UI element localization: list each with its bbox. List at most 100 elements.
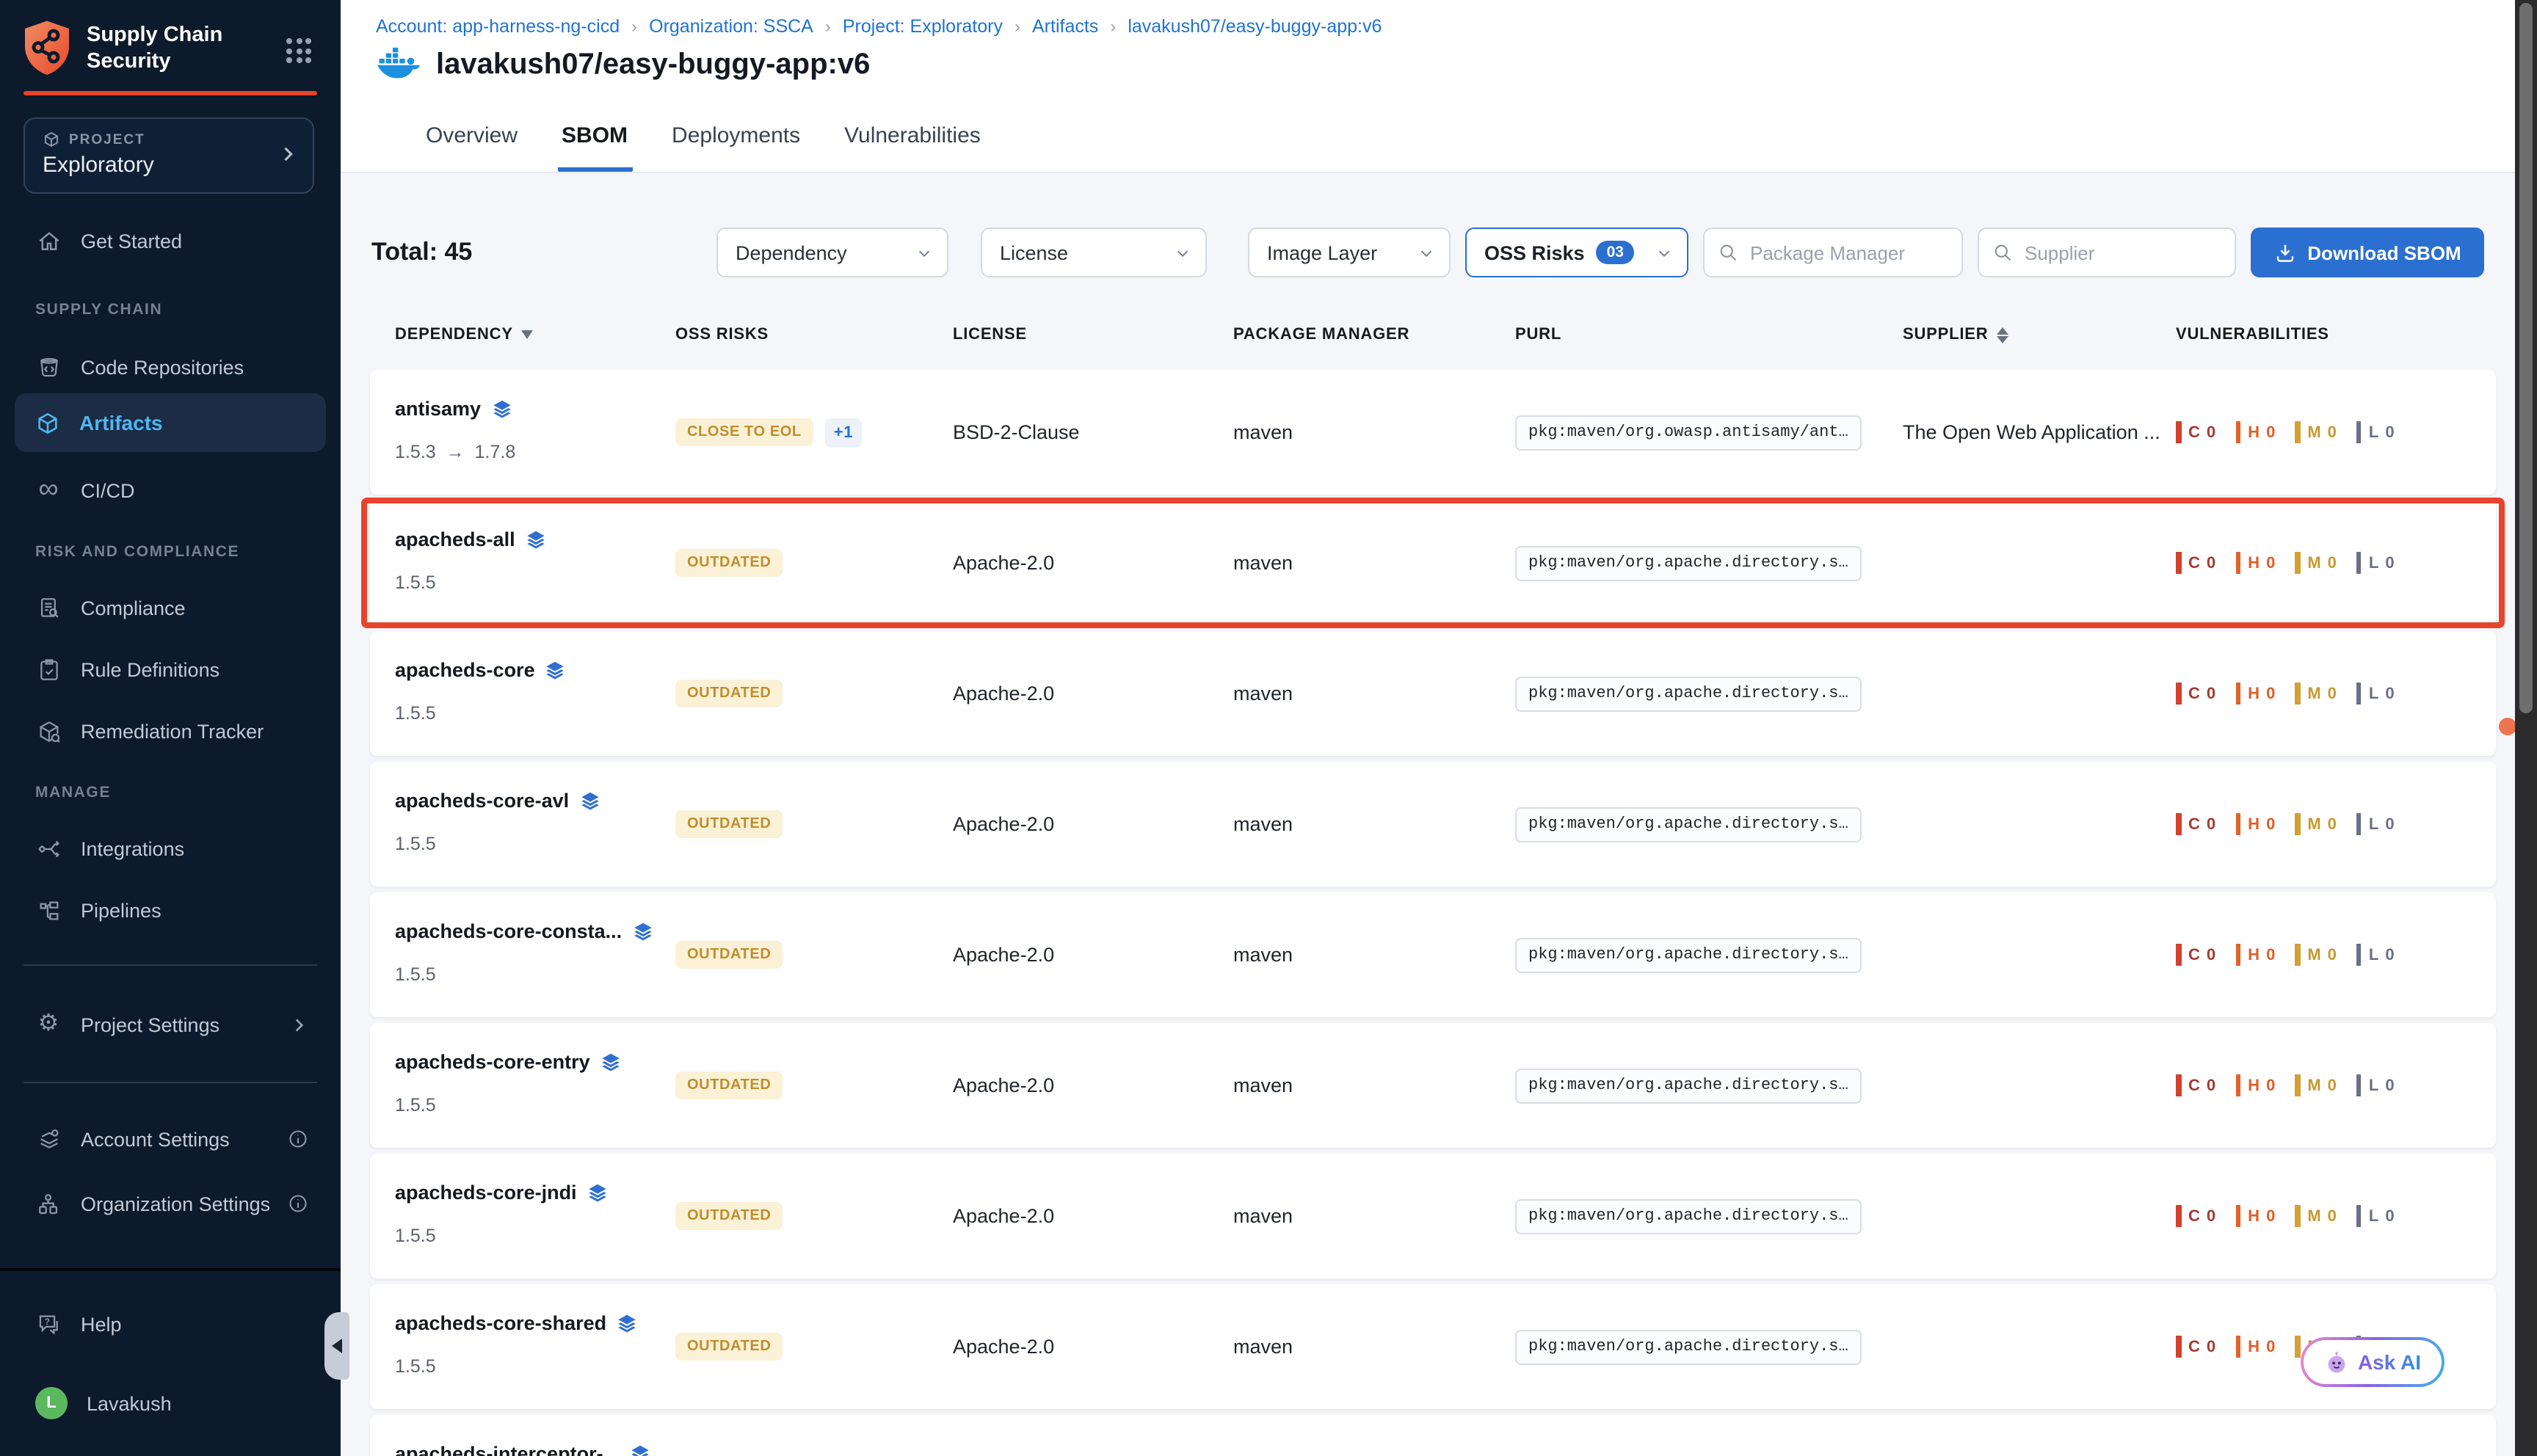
dependency-version: 1.5.5 [395, 572, 436, 593]
sidebar-item-pipelines[interactable]: Pipelines [0, 889, 341, 931]
layers-icon [491, 398, 512, 419]
table-row[interactable]: apacheds-core-consta... 1.5.5 → OUTDATED… [370, 892, 2496, 1017]
page-header: Account: app-harness-ng-cicd › Organizat… [341, 0, 2515, 173]
vulnerability-counts: C0H0M0L0 [2176, 1074, 2395, 1096]
sidebar-item-compliance[interactable]: Compliance [0, 587, 341, 628]
license-cell: Apache-2.0 [953, 762, 1233, 887]
filter-oss-risks[interactable]: OSS Risks 03 [1465, 228, 1688, 277]
vulnerability-counts: C0H0M0L0 [2176, 813, 2395, 835]
scrollbar-thumb[interactable] [2519, 3, 2533, 713]
sidebar-item-artifacts[interactable]: Artifacts [15, 393, 326, 452]
purl-chip[interactable]: pkg:maven/org.apache.directory.s… [1515, 1068, 1862, 1103]
version-upgrade: → 1.7.8 [446, 442, 516, 462]
oss-risk-badge: OUTDATED [675, 549, 783, 577]
sidebar-item-help[interactable]: ? Help [0, 1303, 341, 1344]
vuln-count-h: H0 [2235, 552, 2276, 574]
breadcrumb-account[interactable]: Account: app-harness-ng-cicd [376, 16, 620, 37]
breadcrumb-artifacts[interactable]: Artifacts [1032, 16, 1098, 37]
breadcrumb-organization[interactable]: Organization: SSCA [649, 16, 813, 37]
column-purl: PURL [1515, 326, 1903, 343]
table-row[interactable]: apacheds-core-jndi 1.5.5 → OUTDATED Apac… [370, 1154, 2496, 1278]
vulnerability-counts: C0H0M0L0 [2176, 944, 2395, 966]
dependency-name: apacheds-core-avl [395, 790, 569, 812]
oss-risk-badge[interactable]: +1 [825, 418, 862, 447]
info-icon[interactable] [288, 1193, 308, 1214]
vulnerability-counts: C0H0M0L0 [2176, 552, 2395, 574]
sidebar-item-label: Rule Definitions [81, 658, 219, 680]
supplier-cell [1903, 1284, 2176, 1409]
app-title: Supply Chain Security [87, 22, 248, 76]
purl-chip[interactable]: pkg:maven/org.apache.directory.s… [1515, 545, 1862, 580]
package-manager-cell: maven [1233, 1154, 1515, 1278]
supplier-cell [1903, 892, 2176, 1017]
sidebar-divider [23, 1082, 317, 1083]
dependency-name: apacheds-interceptor-... [395, 1443, 620, 1456]
vuln-count-m: M0 [2295, 813, 2337, 835]
filter-dependency[interactable]: Dependency [716, 228, 948, 277]
sidebar-item-code-repositories[interactable]: Code Repositories [0, 346, 341, 387]
sidebar-item-rule-definitions[interactable]: Rule Definitions [0, 649, 341, 690]
tab-sbom[interactable]: SBOM [557, 123, 632, 172]
filter-license[interactable]: License [981, 228, 1207, 277]
sidebar-item-account-settings[interactable]: Account Settings [0, 1118, 341, 1160]
breadcrumb-artifact-name[interactable]: lavakush07/easy-buggy-app:v6 [1128, 16, 1382, 37]
vuln-count-c: C0 [2176, 421, 2216, 443]
tab-vulnerabilities[interactable]: Vulnerabilities [840, 123, 985, 172]
sidebar-item-get-started[interactable]: Get Started [0, 220, 341, 261]
tab-overview[interactable]: Overview [421, 123, 522, 172]
vuln-count-l: L0 [2356, 421, 2395, 443]
table-row[interactable]: antisamy 1.5.3 → 1.7.8 CLOSE TO EOL+1 BS… [370, 370, 2496, 495]
ask-ai-button[interactable]: Ask AI [2301, 1337, 2445, 1387]
table-row[interactable]: apacheds-core-avl 1.5.5 → OUTDATED Apach… [370, 762, 2496, 887]
column-supplier[interactable]: SUPPLIER [1903, 326, 2176, 343]
app-grid-icon[interactable] [286, 38, 311, 63]
oss-risk-badge: OUTDATED [675, 1202, 783, 1230]
pipelines-icon [35, 898, 62, 922]
purl-chip[interactable]: pkg:maven/org.apache.directory.s… [1515, 1329, 1862, 1364]
filter-image-layer[interactable]: Image Layer [1248, 228, 1451, 277]
total-count: Total: 45 [371, 238, 472, 267]
package-manager-cell: maven [1233, 631, 1515, 756]
license-cell: Apache-2.0 [953, 1415, 1233, 1456]
download-sbom-button[interactable]: Download SBOM [2251, 228, 2484, 277]
breadcrumb-project[interactable]: Project: Exploratory [843, 16, 1003, 37]
purl-chip[interactable]: pkg:maven/org.owasp.antisamy/ant… [1515, 415, 1862, 450]
supplier-cell [1903, 631, 2176, 756]
table-row[interactable]: apacheds-core 1.5.5 → OUTDATED Apache-2.… [370, 631, 2496, 756]
table-row[interactable]: apacheds-core-entry 1.5.5 → OUTDATED Apa… [370, 1023, 2496, 1148]
scrollbar-track[interactable] [2515, 0, 2537, 1456]
supplier-input[interactable] [2022, 240, 2235, 265]
sidebar-item-project-settings[interactable]: ⚙ Project Settings [0, 1004, 341, 1045]
package-manager-search [1703, 228, 1963, 277]
column-dependency[interactable]: DEPENDENCY [395, 326, 675, 343]
breadcrumb-separator: › [631, 16, 637, 37]
tab-deployments[interactable]: Deployments [667, 123, 805, 172]
svg-text:?: ? [44, 1316, 49, 1326]
column-license: LICENSE [953, 326, 1233, 343]
tab-bar: Overview SBOM Deployments Vulnerabilitie… [421, 123, 985, 172]
purl-chip[interactable]: pkg:maven/org.apache.directory.s… [1515, 1198, 1862, 1234]
sidebar-item-integrations[interactable]: Integrations [0, 828, 341, 869]
table-row[interactable]: apacheds-core-shared 1.5.5 → OUTDATED Ap… [370, 1284, 2496, 1409]
project-selector[interactable]: PROJECT Exploratory [23, 117, 314, 194]
dependency-name: apacheds-core-entry [395, 1051, 590, 1073]
sidebar-item-remediation-tracker[interactable]: Remediation Tracker [0, 710, 341, 751]
sidebar-collapse-handle[interactable] [324, 1312, 349, 1380]
purl-chip[interactable]: pkg:maven/org.apache.directory.s… [1515, 676, 1862, 711]
info-icon[interactable] [288, 1129, 308, 1149]
chevron-down-icon [1175, 244, 1191, 261]
layers-icon [545, 660, 566, 680]
column-package-manager: PACKAGE MANAGER [1233, 326, 1515, 343]
table-row[interactable]: apacheds-interceptor-... 1.5.5 → OUTDATE… [370, 1415, 2496, 1456]
sidebar-item-organization-settings[interactable]: Organization Settings [0, 1183, 341, 1224]
sidebar-item-cicd[interactable]: ∞ CI/CD [0, 470, 341, 511]
sidebar-item-label: Organization Settings [81, 1193, 270, 1215]
table-row[interactable]: apacheds-all 1.5.5 → OUTDATED Apache-2.0… [370, 500, 2496, 625]
user-menu[interactable]: L Lavakush [0, 1383, 341, 1424]
purl-chip[interactable]: pkg:maven/org.apache.directory.s… [1515, 807, 1862, 842]
user-name: Lavakush [87, 1392, 172, 1414]
license-cell: Apache-2.0 [953, 1284, 1233, 1409]
purl-chip[interactable]: pkg:maven/org.apache.directory.s… [1515, 937, 1862, 972]
package-manager-input[interactable] [1747, 240, 1961, 265]
dependency-name: antisamy [395, 398, 481, 420]
